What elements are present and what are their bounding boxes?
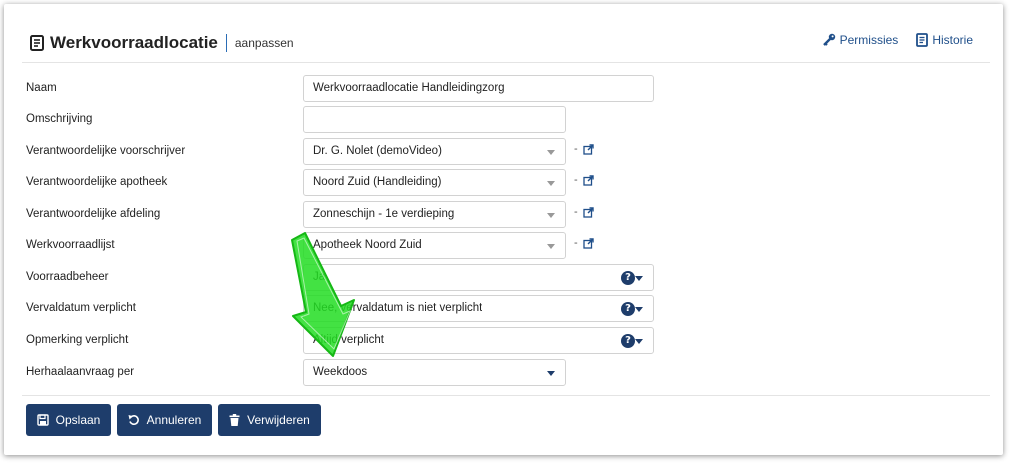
undo-icon [128,415,139,425]
herhaalaanvraag-select[interactable]: Weekdoos [303,358,566,386]
chevron-down-icon [547,212,555,218]
vervaldatum-label: Vervaldatum verplicht [26,302,136,314]
voorschrijver-link: - [574,143,594,155]
page-title: Werkvoorraadlocatie [50,33,218,52]
afdeling-link: - [574,206,594,218]
chevron-down-icon [635,306,643,312]
naam-input[interactable]: Werkvoorraadlocatie Handleidingzorg [303,74,654,102]
history-link[interactable]: Historie [916,33,973,47]
werkvoorraadlijst-select[interactable]: Apotheek Noord Zuid [303,231,566,259]
opmerking-label: Opmerking verplicht [26,334,129,346]
afdeling-label: Verantwoordelijke afdeling [26,208,161,220]
chevron-down-icon [547,370,555,376]
chevron-down-icon [635,275,643,281]
help-icon[interactable]: ? [621,301,635,316]
footer-divider [22,395,990,396]
help-icon[interactable]: ? [621,270,635,285]
omschrijving-input[interactable] [303,105,566,133]
opmerking-select[interactable]: Altijd verplicht ? [303,326,654,354]
chevron-down-icon [547,149,555,155]
trash-icon [229,414,240,426]
chevron-down-icon [547,180,555,186]
help-icon[interactable]: ? [621,333,635,348]
delete-button[interactable]: Verwijderen [218,404,321,436]
omschrijving-label: Omschrijving [26,113,93,125]
save-button[interactable]: Opslaan [26,404,111,436]
external-link-icon[interactable] [583,206,594,218]
voorschrijver-select[interactable]: Dr. G. Nolet (demoVideo) [303,137,566,165]
save-icon [36,414,49,426]
werkvoorraadlijst-link: - [574,237,594,249]
permissions-link[interactable]: Permissies [822,33,899,47]
external-link-icon[interactable] [583,174,594,186]
cancel-button[interactable]: Annuleren [117,404,212,436]
header-divider [22,62,990,63]
herhaalaanvraag-label: Herhaalaanvraag per [26,366,135,378]
document-icon [916,33,929,47]
apotheek-select[interactable]: Noord Zuid (Handleiding) [303,168,566,196]
apotheek-link: - [574,174,594,186]
werkvoorraadlijst-label: Werkvoorraadlijst [26,239,115,251]
page-subtitle: aanpassen [234,36,294,50]
header-links: Permissies Historie [822,33,973,47]
voorraadbeheer-label: Voorraadbeheer [26,271,109,283]
external-link-icon[interactable] [583,143,594,155]
form-card: Werkvoorraadlocatie aanpassen Permissies… [4,4,1003,455]
chevron-down-icon [635,338,643,344]
voorschrijver-label: Verantwoordelijke voorschrijver [26,145,186,157]
document-icon [30,35,44,51]
apotheek-label: Verantwoordelijke apotheek [26,176,168,188]
title-divider [225,34,227,52]
afdeling-select[interactable]: Zonneschijn - 1e verdieping [303,200,566,228]
permissions-link-label: Permissies [839,33,899,47]
key-icon [822,33,835,46]
naam-label: Naam [26,82,57,94]
external-link-icon[interactable] [583,237,594,249]
vervaldatum-select[interactable]: Nee, vervaldatum is niet verplicht ? [303,294,654,322]
voorraadbeheer-select[interactable]: Ja ? [303,263,654,291]
history-link-label: Historie [932,33,973,47]
chevron-down-icon [547,243,555,249]
page-header: Werkvoorraadlocatie aanpassen [30,31,294,55]
